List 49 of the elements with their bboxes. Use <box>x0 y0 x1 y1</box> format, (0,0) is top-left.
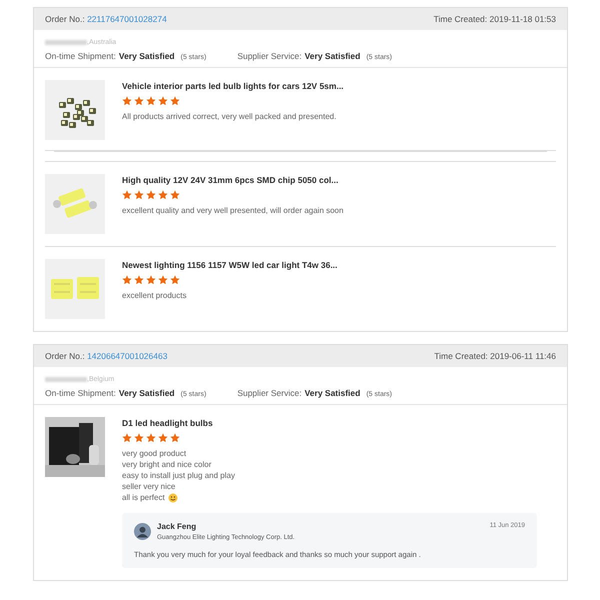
review-text: excellent quality and very well presented, will order again soon <box>122 205 344 216</box>
star-icon <box>146 190 156 200</box>
supplier-label: Supplier Service: <box>237 51 302 61</box>
redacted-name <box>45 40 87 44</box>
time-created: Time Created: 2019-11-18 01:53 <box>434 14 556 24</box>
star-icon <box>146 275 156 285</box>
review-text: very bright and nice color <box>122 459 212 470</box>
shipment-label: On-time Shipment: <box>45 388 116 398</box>
star-icon <box>158 190 168 200</box>
replier-name: Jack Feng <box>157 522 198 531</box>
product-title[interactable]: High quality 12V 24V 31mm 6pcs SMD chip 5050 col... <box>122 175 556 185</box>
product-title[interactable]: Newest lighting 1156 1157 W5W led car light T4w 36... <box>122 260 556 270</box>
review-text: easy to install just plug and play <box>122 470 235 481</box>
avatar-icon <box>134 523 151 540</box>
star-icon <box>170 96 180 106</box>
review-text: All products arrived correct, very well packed and presented. <box>122 111 336 122</box>
star-icon <box>170 433 180 443</box>
review-text: all is perfect <box>122 492 165 503</box>
shipment-label: On-time Shipment: <box>45 51 116 61</box>
star-icon <box>122 96 132 106</box>
star-icon <box>146 96 156 106</box>
star-icon <box>170 190 180 200</box>
star-icon <box>122 433 132 443</box>
review-text: excellent products <box>122 290 186 301</box>
order-label: Order No.: <box>45 351 85 361</box>
star-icon <box>134 275 144 285</box>
order-label: Order No.: <box>45 14 85 24</box>
shipment-rating: Very Satisfied <box>118 51 175 61</box>
star-icon <box>146 433 156 443</box>
supplier-rating: Very Satisfied <box>304 51 360 61</box>
time-created: Time Created: 2019-06-11 11:46 <box>434 351 556 361</box>
review-text: very good product <box>122 448 186 459</box>
product-title[interactable]: D1 led headlight bulbs <box>122 418 556 428</box>
star-icon <box>158 96 168 106</box>
smiley-icon <box>168 492 178 502</box>
star-icon <box>134 433 144 443</box>
shipment-rating: Very Satisfied <box>118 388 175 398</box>
star-icon <box>122 275 132 285</box>
supplier-label: Supplier Service: <box>237 388 302 398</box>
star-icon <box>158 433 168 443</box>
product-title[interactable]: Vehicle interior parts led bulb lights for cars 12V 5sm... <box>122 81 556 91</box>
star-icon <box>158 275 168 285</box>
star-icon <box>170 275 180 285</box>
star-icon <box>134 96 144 106</box>
star-icon <box>122 190 132 200</box>
star-icon <box>134 190 144 200</box>
supplier-rating: Very Satisfied <box>304 388 360 398</box>
review-text: seller very nice <box>122 481 176 492</box>
redacted-name <box>45 376 87 382</box>
